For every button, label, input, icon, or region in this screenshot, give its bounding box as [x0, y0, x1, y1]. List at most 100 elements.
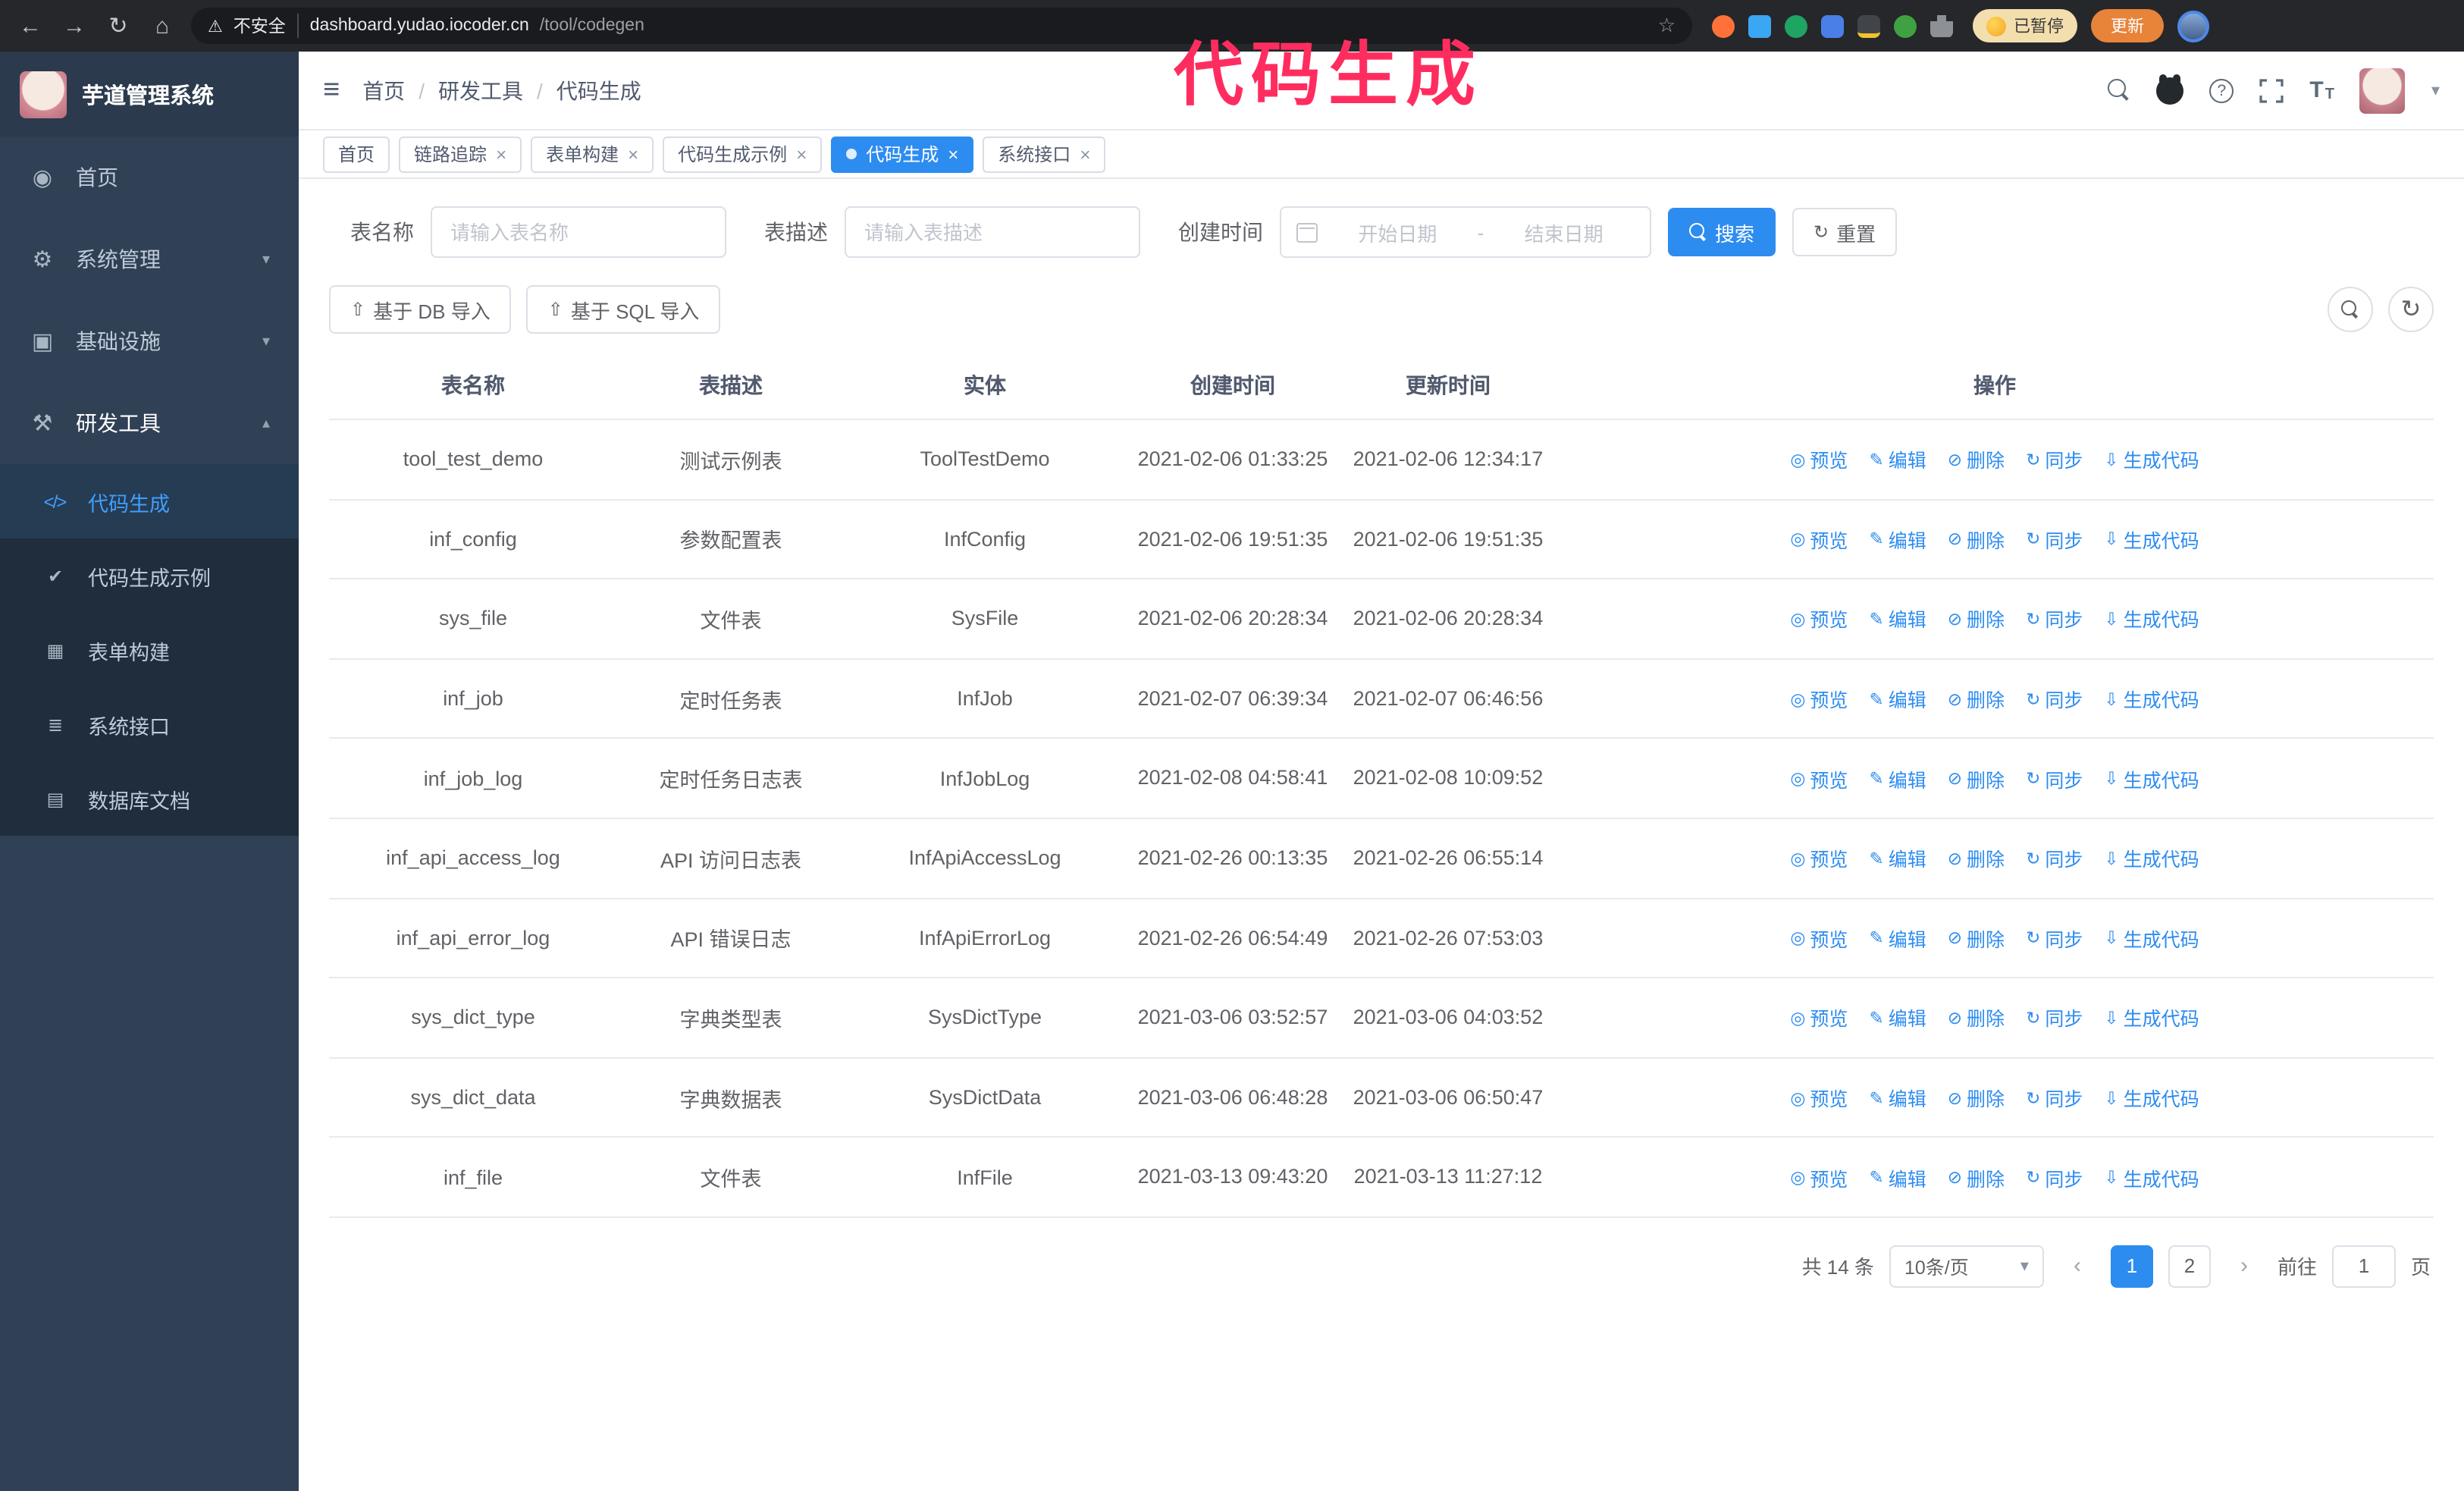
generate-code-link[interactable]: ⇩ 生成代码 — [2104, 445, 2199, 474]
generate-code-link[interactable]: ⇩ 生成代码 — [2104, 844, 2199, 873]
preview-link[interactable]: ◎ 预览 — [1790, 924, 1848, 953]
toggle-search-button[interactable] — [2328, 287, 2373, 332]
search-button[interactable]: 搜索 — [1668, 208, 1776, 256]
close-icon[interactable]: × — [496, 143, 506, 165]
delete-link[interactable]: ⊘ 删除 — [1948, 764, 2005, 793]
preview-link[interactable]: ◎ 预览 — [1790, 604, 1848, 633]
import-db-button[interactable]: ⇧ 基于 DB 导入 — [329, 285, 512, 334]
delete-link[interactable]: ⊘ 删除 — [1948, 525, 2005, 554]
sidebar-item-infra[interactable]: ▣ 基础设施 ▾ — [0, 300, 299, 382]
search-icon[interactable] — [2108, 79, 2130, 102]
back-icon[interactable]: ← — [15, 13, 45, 39]
delete-link[interactable]: ⊘ 删除 — [1948, 924, 2005, 953]
sync-link[interactable]: ↻ 同步 — [2026, 684, 2083, 713]
table-desc-input[interactable] — [845, 206, 1140, 258]
prev-page-button[interactable]: ‹ — [2059, 1245, 2096, 1288]
app-logo[interactable]: 芋道管理系统 — [0, 52, 299, 137]
refresh-button[interactable]: ↻ — [2388, 287, 2434, 332]
update-button[interactable]: 更新 — [2091, 9, 2164, 42]
font-size-icon[interactable]: TT — [2309, 77, 2334, 103]
next-page-button[interactable]: › — [2226, 1245, 2262, 1288]
tab-api[interactable]: 系统接口 × — [983, 136, 1106, 172]
reset-button[interactable]: ↻ 重置 — [1792, 208, 1898, 256]
close-icon[interactable]: × — [796, 143, 807, 165]
preview-link[interactable]: ◎ 预览 — [1790, 1083, 1848, 1112]
close-icon[interactable]: × — [1080, 143, 1090, 165]
edit-link[interactable]: ✎ 编辑 — [1869, 924, 1926, 953]
sync-link[interactable]: ↻ 同步 — [2026, 1003, 2083, 1032]
sidebar-item-codegen[interactable]: </> 代码生成 — [0, 464, 299, 538]
edit-link[interactable]: ✎ 编辑 — [1869, 445, 1926, 474]
tab-codegen[interactable]: 代码生成 × — [831, 136, 974, 172]
delete-link[interactable]: ⊘ 删除 — [1948, 844, 2005, 873]
browser-profile-avatar[interactable] — [2177, 10, 2209, 42]
preview-link[interactable]: ◎ 预览 — [1790, 684, 1848, 713]
edit-link[interactable]: ✎ 编辑 — [1869, 1083, 1926, 1112]
page-button-1[interactable]: 1 — [2110, 1245, 2153, 1288]
generate-code-link[interactable]: ⇩ 生成代码 — [2104, 684, 2199, 713]
sync-link[interactable]: ↻ 同步 — [2026, 924, 2083, 953]
delete-link[interactable]: ⊘ 删除 — [1948, 684, 2005, 713]
home-icon[interactable]: ⌂ — [147, 13, 177, 39]
extension-icon[interactable] — [1712, 14, 1735, 37]
edit-link[interactable]: ✎ 编辑 — [1869, 1003, 1926, 1032]
hamburger-icon[interactable]: ≡ — [323, 74, 340, 107]
delete-link[interactable]: ⊘ 删除 — [1948, 1003, 2005, 1032]
sync-link[interactable]: ↻ 同步 — [2026, 764, 2083, 793]
extension-icon[interactable] — [1785, 14, 1807, 37]
edit-link[interactable]: ✎ 编辑 — [1869, 764, 1926, 793]
sync-link[interactable]: ↻ 同步 — [2026, 844, 2083, 873]
preview-link[interactable]: ◎ 预览 — [1790, 1163, 1848, 1191]
preview-link[interactable]: ◎ 预览 — [1790, 844, 1848, 873]
sidebar-item-devtools[interactable]: ⚒ 研发工具 ▴ — [0, 382, 299, 464]
generate-code-link[interactable]: ⇩ 生成代码 — [2104, 1083, 2199, 1112]
delete-link[interactable]: ⊘ 删除 — [1948, 1083, 2005, 1112]
sync-link[interactable]: ↻ 同步 — [2026, 1083, 2083, 1112]
generate-code-link[interactable]: ⇩ 生成代码 — [2104, 1163, 2199, 1191]
import-sql-button[interactable]: ⇧ 基于 SQL 导入 — [526, 285, 721, 334]
edit-link[interactable]: ✎ 编辑 — [1869, 1163, 1926, 1191]
sync-link[interactable]: ↻ 同步 — [2026, 525, 2083, 554]
preview-link[interactable]: ◎ 预览 — [1790, 445, 1848, 474]
sidebar-item-home[interactable]: ◉ 首页 — [0, 137, 299, 218]
goto-page-input[interactable] — [2331, 1245, 2396, 1288]
page-button-2[interactable]: 2 — [2168, 1245, 2211, 1288]
sidebar-item-api[interactable]: ≣ 系统接口 — [0, 687, 299, 761]
edit-link[interactable]: ✎ 编辑 — [1869, 525, 1926, 554]
sync-link[interactable]: ↻ 同步 — [2026, 1163, 2083, 1191]
breadcrumb-home[interactable]: 首页 — [362, 75, 405, 105]
close-icon[interactable]: × — [628, 143, 638, 165]
table-name-input[interactable] — [431, 206, 726, 258]
generate-code-link[interactable]: ⇩ 生成代码 — [2104, 924, 2199, 953]
delete-link[interactable]: ⊘ 删除 — [1948, 445, 2005, 474]
forward-icon[interactable]: → — [59, 13, 89, 39]
bookmark-star-icon[interactable]: ☆ — [1658, 14, 1676, 38]
delete-link[interactable]: ⊘ 删除 — [1948, 604, 2005, 633]
edit-link[interactable]: ✎ 编辑 — [1869, 604, 1926, 633]
generate-code-link[interactable]: ⇩ 生成代码 — [2104, 1003, 2199, 1032]
edit-link[interactable]: ✎ 编辑 — [1869, 844, 1926, 873]
preview-link[interactable]: ◎ 预览 — [1790, 1003, 1848, 1032]
edit-link[interactable]: ✎ 编辑 — [1869, 684, 1926, 713]
extension-icon[interactable] — [1857, 14, 1880, 37]
sidebar-item-codegen-example[interactable]: ✔ 代码生成示例 — [0, 538, 299, 613]
github-icon[interactable] — [2156, 74, 2184, 104]
fullscreen-icon[interactable] — [2259, 78, 2284, 102]
breadcrumb-devtools[interactable]: 研发工具 — [438, 75, 523, 105]
paused-badge[interactable]: 已暂停 — [1973, 9, 2077, 42]
page-size-select[interactable]: 10条/页 ▾ — [1889, 1245, 2044, 1288]
preview-link[interactable]: ◎ 预览 — [1790, 764, 1848, 793]
create-time-range-picker[interactable]: 开始日期 - 结束日期 — [1280, 206, 1651, 258]
sidebar-item-db-doc[interactable]: ▤ 数据库文档 — [0, 761, 299, 836]
sidebar-item-system[interactable]: ⚙ 系统管理 ▾ — [0, 218, 299, 300]
tab-codegen-example[interactable]: 代码生成示例 × — [663, 136, 823, 172]
sidebar-item-form-builder[interactable]: ▦ 表单构建 — [0, 613, 299, 687]
caret-down-icon[interactable]: ▾ — [2431, 80, 2440, 100]
extension-icon[interactable] — [1821, 14, 1844, 37]
sync-link[interactable]: ↻ 同步 — [2026, 445, 2083, 474]
tab-home[interactable]: 首页 — [323, 136, 390, 172]
close-icon[interactable]: × — [948, 143, 958, 165]
generate-code-link[interactable]: ⇩ 生成代码 — [2104, 604, 2199, 633]
tab-form-builder[interactable]: 表单构建 × — [531, 136, 654, 172]
tab-trace[interactable]: 链路追踪 × — [399, 136, 522, 172]
